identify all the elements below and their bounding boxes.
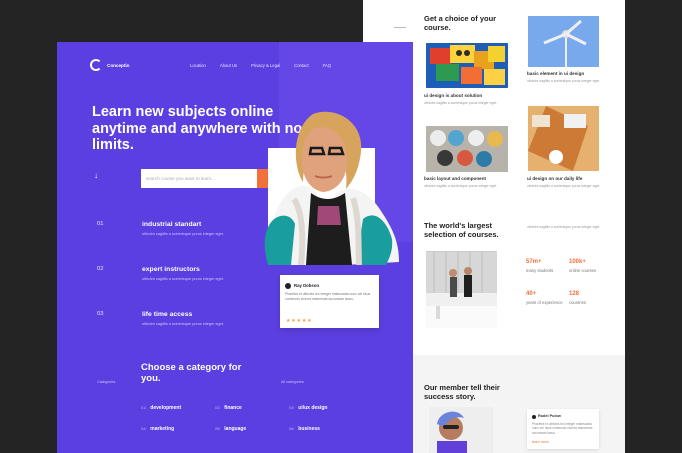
nav-about[interactable]: About Us <box>220 63 237 68</box>
course-image-lego[interactable] <box>426 43 508 88</box>
star-rating: ★★★★★ <box>286 319 313 324</box>
desk-image <box>528 106 599 171</box>
feature-title: expert instructors <box>142 266 200 273</box>
office-image[interactable] <box>426 251 497 328</box>
category-development[interactable]: 01/ development <box>141 405 181 411</box>
category-label: finance <box>224 405 242 411</box>
category-label: ui/ux design <box>298 405 328 411</box>
category-business[interactable]: 06/ business <box>289 426 320 432</box>
testimonial-card[interactable]: Ray Dobson Pharetra et ultricies leo int… <box>280 275 379 328</box>
section-divider <box>394 27 406 28</box>
portrait-frame <box>268 148 375 263</box>
course-card-description: ultricies sagittis a scelerisque purus i… <box>527 184 601 188</box>
course-card-description: ultricies sagittis a scelerisque purus i… <box>424 184 498 188</box>
choice-heading: Get a choice of your course. <box>424 14 497 33</box>
nav-location[interactable]: Location <box>190 63 206 68</box>
member-link[interactable]: learn more <box>532 440 549 444</box>
paint-cans-image <box>426 126 508 172</box>
feature-description: ultricies sagittis a scelerisque purus i… <box>142 277 224 281</box>
category-number: 01/ <box>141 406 147 410</box>
office-photo <box>426 251 497 328</box>
courses-heading: The world's largest selection of courses… <box>424 221 499 240</box>
category-number: 02/ <box>215 406 221 410</box>
arrow-down-icon[interactable]: ↓ <box>94 171 98 180</box>
stat-label: years of experience <box>526 300 563 305</box>
courses-description: ultricies sagittis a scelerisque purus i… <box>527 225 601 229</box>
stat-value: 128 <box>569 291 580 297</box>
feature-title: industrial standart <box>142 221 202 228</box>
feature-number: 02 <box>97 266 104 272</box>
member-avatar-dot <box>532 415 536 419</box>
brand-logo[interactable]: Conceptin <box>90 59 129 71</box>
category-number: 06/ <box>289 427 295 431</box>
course-card-title: ui design on our daily life <box>527 176 583 181</box>
feature-number: 03 <box>97 311 104 317</box>
category-heading: Choose a category for you. <box>141 362 242 384</box>
logo-icon <box>90 59 102 71</box>
course-card-description: ultricies sagittis a scelerisque purus i… <box>527 79 601 83</box>
course-card-title: basic element in ui design <box>527 71 585 76</box>
feature-description: ultricies sagittis a scelerisque purus i… <box>142 322 224 326</box>
feature-title: life time access <box>142 311 193 318</box>
all-categories-link[interactable]: All categories <box>281 380 304 384</box>
hero-headline: Learn new subjects online anytime and an… <box>92 104 303 154</box>
nav-privacy-legal[interactable]: Privacy & Legal <box>251 63 280 68</box>
main-navigation: Location About Us Privacy & Legal Contac… <box>190 63 331 68</box>
category-number: 03/ <box>289 406 295 410</box>
stat-label: countries <box>569 300 586 305</box>
category-label: language <box>224 426 247 432</box>
course-card-title: basic layout and component <box>424 176 487 181</box>
member-review-card[interactable]: Rodel Pulow Pharetra et ultricies leo in… <box>527 409 599 449</box>
search-input[interactable] <box>141 169 257 188</box>
member-photo <box>429 407 493 453</box>
feature-description: ultricies sagittis a scelerisque purus i… <box>142 232 224 236</box>
testimonial-name: Ray Dobson <box>294 283 320 288</box>
stat-label: online courses <box>569 268 597 273</box>
course-card-description: ultricies sagittis a scelerisque purus i… <box>424 101 498 105</box>
brand-name: Conceptin <box>107 62 130 68</box>
course-card-title: ui design is about solution <box>424 93 483 98</box>
design-showcase: Get a choice of your course. ui design i… <box>0 0 682 453</box>
category-label: marketing <box>150 426 175 432</box>
category-label: development <box>150 405 182 411</box>
avatar <box>285 283 291 289</box>
member-avatar-image <box>429 407 493 453</box>
nav-faq[interactable]: FAQ <box>323 63 331 68</box>
stat-value: 100k+ <box>569 259 586 265</box>
stat-value: 57m+ <box>526 259 542 265</box>
course-image-desk[interactable] <box>528 106 599 171</box>
success-story-heading: Our member tell their success story. <box>424 383 500 402</box>
category-finance[interactable]: 02/ finance <box>215 405 242 411</box>
category-ui-ux-design[interactable]: 03/ ui/ux design <box>289 405 327 411</box>
course-image-wind[interactable] <box>528 16 599 67</box>
category-number: 05/ <box>215 427 221 431</box>
categories-label: Categories <box>97 380 116 384</box>
member-quote: Pharetra et ultricies leo integer malesu… <box>532 422 593 435</box>
category-language[interactable]: 05/ language <box>215 426 246 432</box>
stat-value: 40+ <box>526 291 537 297</box>
course-image-paint[interactable] <box>426 126 508 172</box>
testimonial-quote: Pharetra et ultricies leo integer malesu… <box>285 292 371 301</box>
lego-image <box>426 43 508 88</box>
member-name: Rodel Pulow <box>538 414 561 418</box>
category-number: 04/ <box>141 427 147 431</box>
category-marketing[interactable]: 04/ marketing <box>141 426 174 432</box>
wind-turbine-image <box>528 16 599 67</box>
nav-contact[interactable]: Contact <box>294 63 308 68</box>
category-label: business <box>298 426 320 432</box>
stat-label: many students <box>526 268 554 273</box>
feature-number: 01 <box>97 221 104 227</box>
